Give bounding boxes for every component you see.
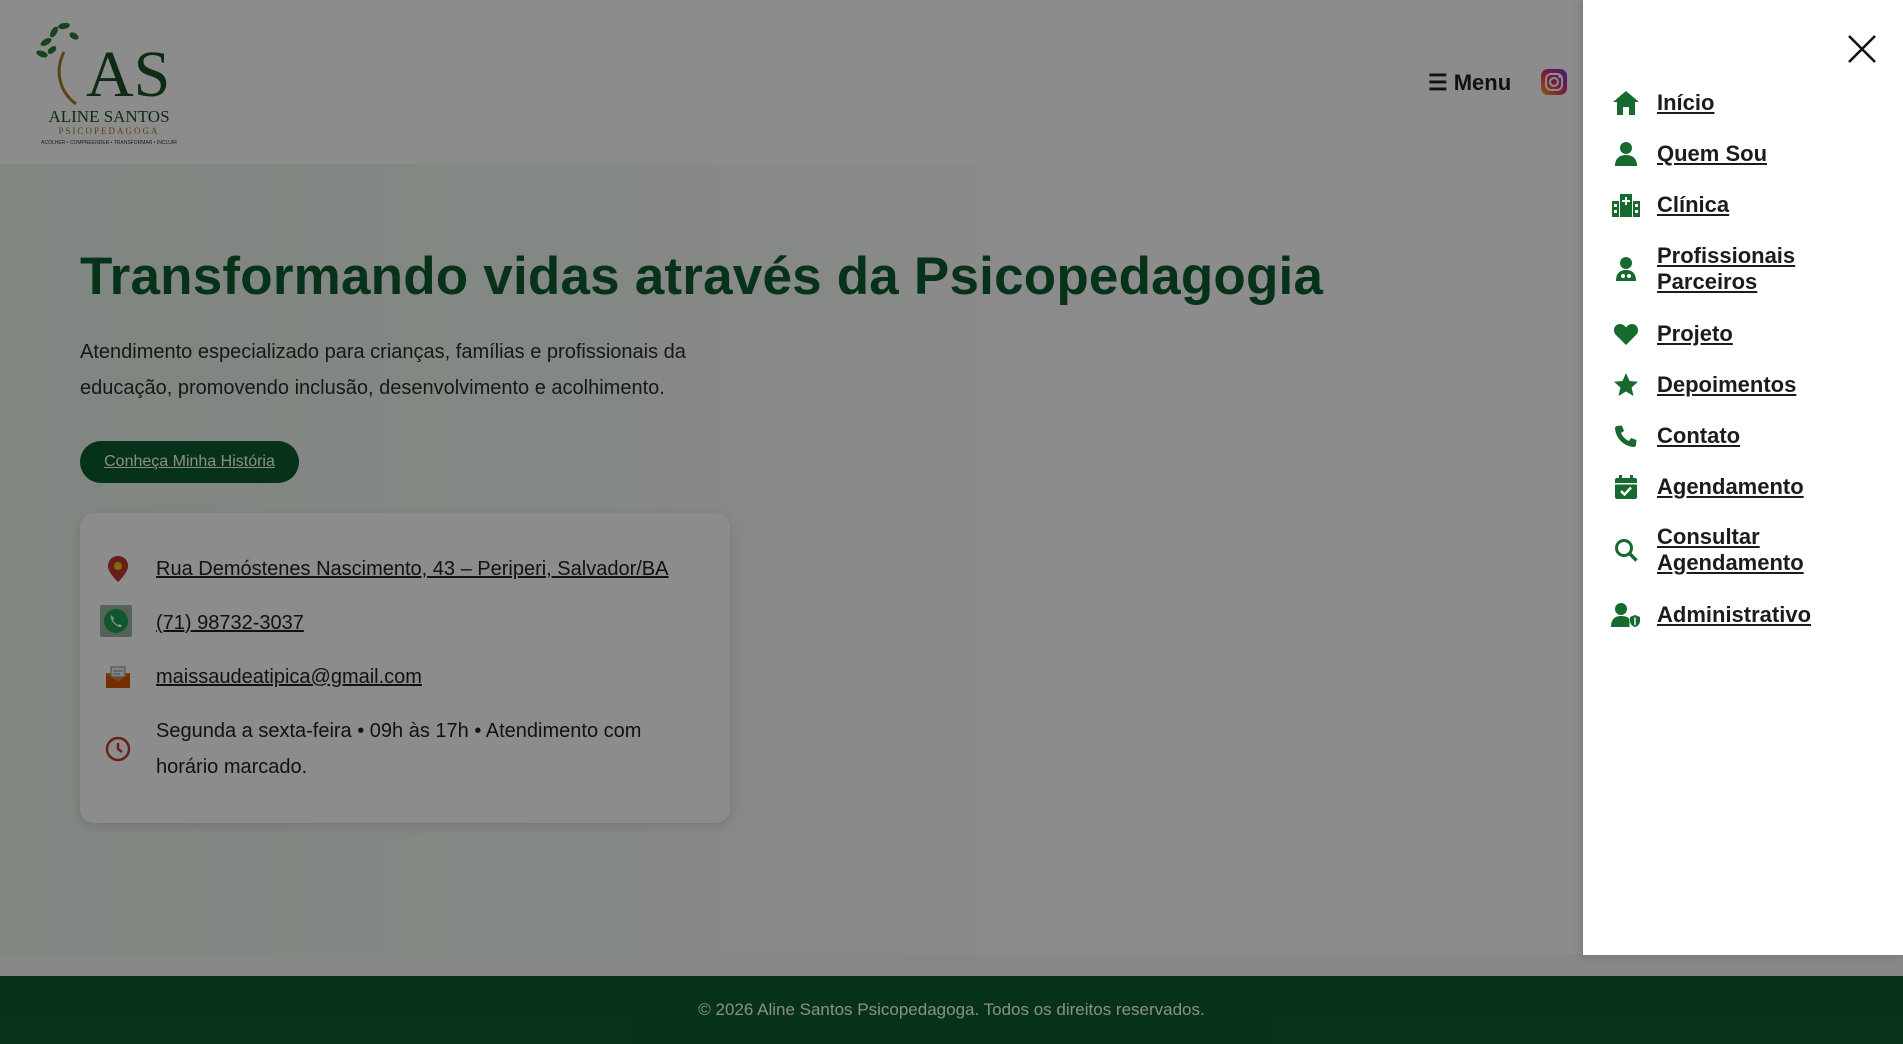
nav-item-depoimentos[interactable]: Depoimentos bbox=[1611, 370, 1877, 400]
nav-label: Início bbox=[1657, 90, 1715, 115]
calendar-check-icon bbox=[1611, 472, 1641, 502]
nav-item-consultar-agendamento[interactable]: Consultar Agendamento bbox=[1611, 524, 1877, 576]
nav-item-profissionais-parceiros[interactable]: Profissionais Parceiros bbox=[1611, 243, 1877, 295]
nav-label: Administrativo bbox=[1657, 602, 1812, 627]
navigation-drawer: Início Quem Sou Clínica Profissionais Pa… bbox=[1583, 0, 1903, 955]
doctor-icon bbox=[1611, 254, 1641, 284]
nav-item-inicio[interactable]: Início bbox=[1611, 88, 1877, 118]
home-icon bbox=[1611, 88, 1641, 118]
star-icon bbox=[1611, 370, 1641, 400]
close-icon[interactable] bbox=[1845, 32, 1879, 66]
nav-item-administrativo[interactable]: Administrativo bbox=[1611, 600, 1877, 630]
nav-item-quem-sou[interactable]: Quem Sou bbox=[1611, 139, 1877, 169]
nav-item-agendamento[interactable]: Agendamento bbox=[1611, 472, 1877, 502]
nav-label: Contato bbox=[1657, 423, 1741, 448]
nav-item-clinica[interactable]: Clínica bbox=[1611, 190, 1877, 220]
nav-item-projeto[interactable]: Projeto bbox=[1611, 319, 1877, 349]
nav-label: Depoimentos bbox=[1657, 372, 1797, 397]
nav-label: Profissionais Parceiros bbox=[1657, 243, 1796, 294]
search-icon bbox=[1611, 535, 1641, 565]
nav-label: Projeto bbox=[1657, 321, 1733, 346]
phone-icon bbox=[1611, 421, 1641, 451]
heart-icon bbox=[1611, 319, 1641, 349]
nav-label: Consultar Agendamento bbox=[1657, 524, 1804, 575]
nav-label: Agendamento bbox=[1657, 474, 1804, 499]
nav-label: Clínica bbox=[1657, 192, 1730, 217]
user-icon bbox=[1611, 139, 1641, 169]
clinic-icon bbox=[1611, 190, 1641, 220]
nav-label: Quem Sou bbox=[1657, 141, 1768, 166]
user-shield-icon bbox=[1611, 600, 1641, 630]
nav-item-contato[interactable]: Contato bbox=[1611, 421, 1877, 451]
